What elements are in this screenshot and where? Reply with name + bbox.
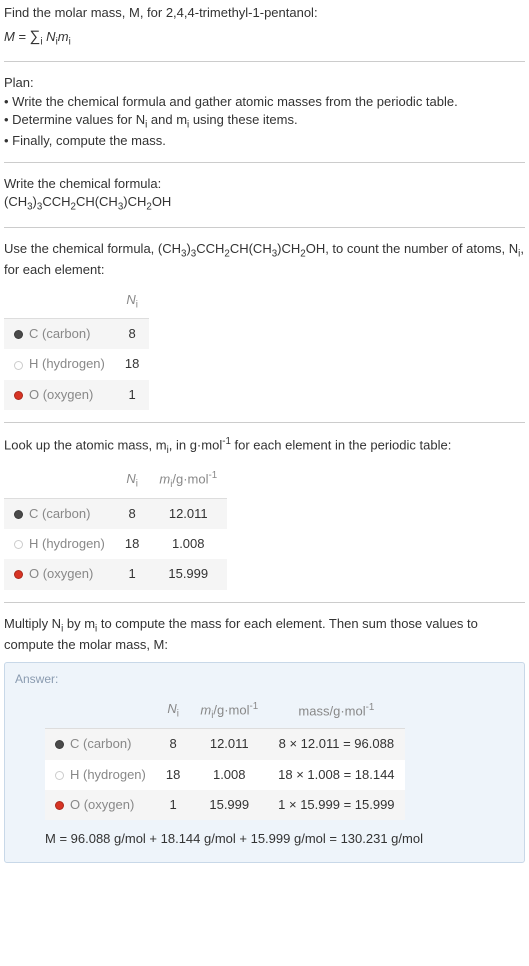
ni-cell: 8 xyxy=(115,319,149,350)
lookup-text: Look up the atomic mass, mi, in g·mol-1 … xyxy=(4,435,525,458)
hydrogen-dot-icon xyxy=(55,771,64,780)
mi-cell: 15.999 xyxy=(190,790,268,820)
oxygen-dot-icon xyxy=(14,570,23,579)
element-label: O (oxygen) xyxy=(70,797,134,812)
carbon-dot-icon xyxy=(55,740,64,749)
lookup-section: Look up the atomic mass, mi, in g·mol-1 … xyxy=(4,435,525,603)
mi-cell: 1.008 xyxy=(149,529,227,559)
col-mi: mi/g·mol-1 xyxy=(149,463,227,498)
molar-mass-sum-formula: M = ∑i Nimi xyxy=(4,26,525,49)
chemical-formula: (CH3)3CCH2CH(CH3)CH2OH xyxy=(4,193,525,214)
element-label: C (carbon) xyxy=(29,326,90,341)
element-label: H (hydrogen) xyxy=(29,536,105,551)
ni-cell: 18 xyxy=(115,349,149,379)
ni-cell: 8 xyxy=(156,729,190,760)
multiply-section: Multiply Ni by mi to compute the mass fo… xyxy=(4,615,525,876)
col-mi: mi/g·mol-1 xyxy=(190,694,268,729)
ni-cell: 1 xyxy=(115,380,149,410)
intro-section: Find the molar mass, M, for 2,4,4-trimet… xyxy=(4,4,525,62)
multiply-text: Multiply Ni by mi to compute the mass fo… xyxy=(4,615,525,654)
oxygen-dot-icon xyxy=(14,391,23,400)
col-mass: mass/g·mol-1 xyxy=(268,694,404,729)
plan-bullet-3: • Finally, compute the mass. xyxy=(4,132,525,150)
element-label: C (carbon) xyxy=(29,506,90,521)
chemical-formula-section: Write the chemical formula: (CH3)3CCH2CH… xyxy=(4,175,525,227)
carbon-dot-icon xyxy=(14,510,23,519)
table-row: C (carbon) 8 12.011 8 × 12.011 = 96.088 xyxy=(45,729,405,760)
table-row: O (oxygen) 1 15.999 1 × 15.999 = 15.999 xyxy=(45,790,405,820)
col-ni: Ni xyxy=(156,694,190,729)
mi-cell: 12.011 xyxy=(149,498,227,529)
element-label: O (oxygen) xyxy=(29,566,93,581)
element-label: H (hydrogen) xyxy=(70,767,146,782)
ni-cell: 1 xyxy=(115,559,149,589)
plan-bullet-1: • Write the chemical formula and gather … xyxy=(4,93,525,111)
mass-cell: 18 × 1.008 = 18.144 xyxy=(268,760,404,790)
element-label: C (carbon) xyxy=(70,736,131,751)
hydrogen-dot-icon xyxy=(14,540,23,549)
table-row: H (hydrogen) 18 1.008 xyxy=(4,529,227,559)
col-ni: Ni xyxy=(115,463,149,498)
oxygen-dot-icon xyxy=(55,801,64,810)
element-label: H (hydrogen) xyxy=(29,356,105,371)
ni-cell: 18 xyxy=(156,760,190,790)
table-row: H (hydrogen) 18 xyxy=(4,349,149,379)
table-row: O (oxygen) 1 xyxy=(4,380,149,410)
answer-box: Answer: Ni mi/g·mol-1 mass/g·mol-1 C (ca… xyxy=(4,662,525,863)
table-row: C (carbon) 8 xyxy=(4,319,149,350)
count-atoms-table: Ni C (carbon) 8 H (hydrogen) 18 O (oxyge… xyxy=(4,285,149,410)
hydrogen-dot-icon xyxy=(14,361,23,370)
chemical-formula-heading: Write the chemical formula: xyxy=(4,175,525,193)
mass-cell: 8 × 12.011 = 96.088 xyxy=(268,729,404,760)
element-label: O (oxygen) xyxy=(29,387,93,402)
carbon-dot-icon xyxy=(14,330,23,339)
final-result: M = 96.088 g/mol + 18.144 g/mol + 15.999… xyxy=(45,830,514,848)
table-row: C (carbon) 8 12.011 xyxy=(4,498,227,529)
intro-line1: Find the molar mass, M, for 2,4,4-trimet… xyxy=(4,4,525,22)
ni-cell: 1 xyxy=(156,790,190,820)
plan-section: Plan: • Write the chemical formula and g… xyxy=(4,74,525,163)
plan-bullet-2: • Determine values for Ni and mi using t… xyxy=(4,111,525,132)
ni-cell: 18 xyxy=(115,529,149,559)
answer-table: Ni mi/g·mol-1 mass/g·mol-1 C (carbon) 8 … xyxy=(45,694,405,820)
mass-cell: 1 × 15.999 = 15.999 xyxy=(268,790,404,820)
mi-cell: 1.008 xyxy=(190,760,268,790)
mi-cell: 12.011 xyxy=(190,729,268,760)
lookup-table: Ni mi/g·mol-1 C (carbon) 8 12.011 H (hyd… xyxy=(4,463,227,589)
answer-label: Answer: xyxy=(15,671,514,688)
count-atoms-text: Use the chemical formula, (CH3)3CCH2CH(C… xyxy=(4,240,525,279)
count-atoms-section: Use the chemical formula, (CH3)3CCH2CH(C… xyxy=(4,240,525,423)
plan-heading: Plan: xyxy=(4,74,525,92)
ni-cell: 8 xyxy=(115,498,149,529)
table-row: O (oxygen) 1 15.999 xyxy=(4,559,227,589)
mi-cell: 15.999 xyxy=(149,559,227,589)
col-ni: Ni xyxy=(115,285,149,319)
table-row: H (hydrogen) 18 1.008 18 × 1.008 = 18.14… xyxy=(45,760,405,790)
